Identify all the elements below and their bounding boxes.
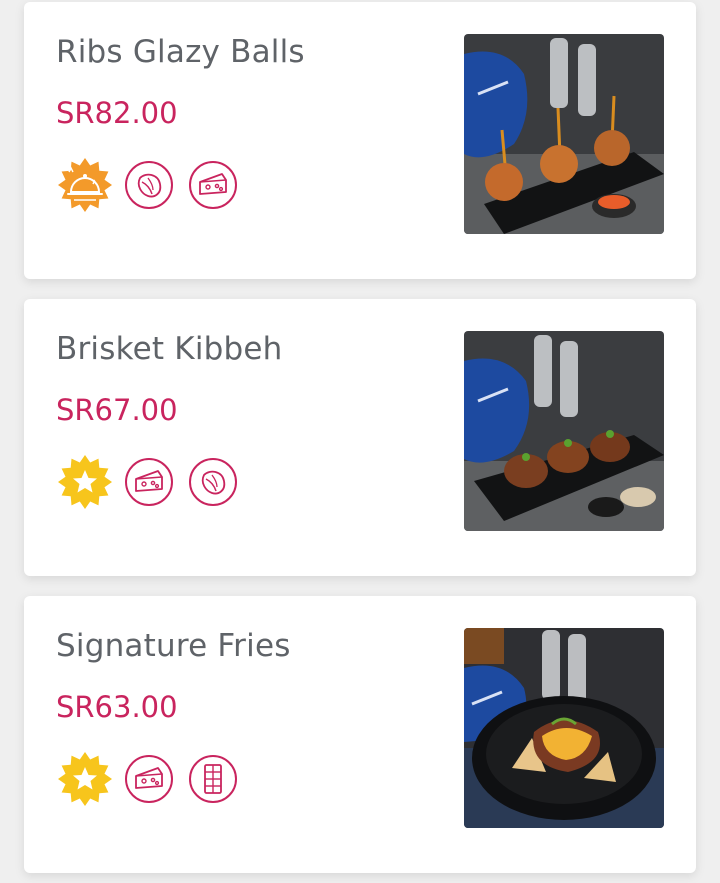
star-icon [56, 453, 114, 511]
item-price: SR67.00 [56, 393, 178, 427]
item-badges [56, 453, 248, 511]
chef-special-icon [56, 156, 114, 214]
item-price: SR63.00 [56, 690, 178, 724]
cheese-icon [184, 156, 242, 214]
item-price: SR82.00 [56, 96, 178, 130]
cheese-icon [120, 750, 178, 808]
star-icon [56, 750, 114, 808]
kibbeh-plate-photo [464, 331, 664, 531]
menu-item-list: Ribs Glazy Balls SR82.00 Brisket Kibbeh … [0, 0, 720, 883]
item-badges [56, 156, 248, 214]
nut-icon [184, 453, 242, 511]
cheese-icon [120, 453, 178, 511]
item-name: Ribs Glazy Balls [56, 34, 305, 70]
item-badges [56, 750, 248, 808]
meatballs-on-skewers-photo [464, 34, 664, 234]
chocolate-icon [184, 750, 242, 808]
item-name: Signature Fries [56, 628, 291, 664]
menu-item-card[interactable]: Signature Fries SR63.00 [24, 596, 696, 873]
loaded-fries-bowl-photo [464, 628, 664, 828]
item-name: Brisket Kibbeh [56, 331, 283, 367]
nut-icon [120, 156, 178, 214]
menu-item-card[interactable]: Brisket Kibbeh SR67.00 [24, 299, 696, 576]
menu-item-card[interactable]: Ribs Glazy Balls SR82.00 [24, 2, 696, 279]
